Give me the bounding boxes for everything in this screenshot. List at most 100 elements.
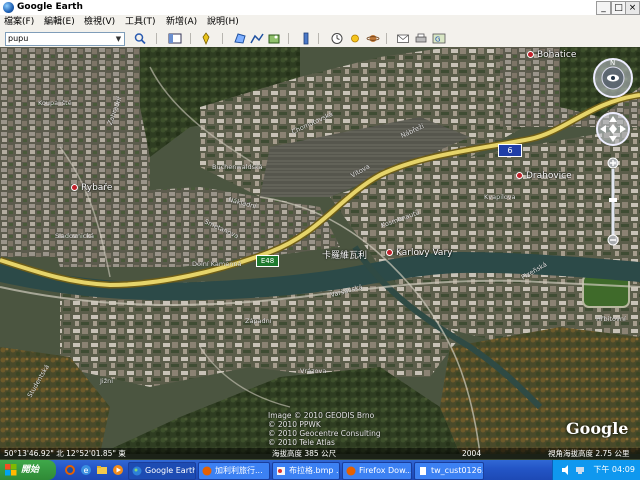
menu-file[interactable]: 檔案(F) <box>4 16 34 29</box>
task-image[interactable]: 布拉格.bmp ... <box>272 462 340 480</box>
imagery-year: 2004 <box>462 449 482 458</box>
internet-explorer-icon[interactable]: e <box>80 464 92 476</box>
street-label: Sladovnická <box>55 232 94 240</box>
clock: 下午 04:09 <box>593 465 635 474</box>
svg-text:G: G <box>435 36 440 44</box>
print-icon[interactable] <box>414 32 428 45</box>
file-icon <box>420 467 426 475</box>
zoom-out-icon[interactable] <box>607 234 619 246</box>
start-label: 開始 <box>21 465 40 475</box>
minimize-button[interactable]: _ <box>596 1 611 15</box>
history-icon[interactable] <box>330 32 344 45</box>
street-label: Koupaliště <box>38 99 72 107</box>
tour-icon[interactable] <box>299 32 313 45</box>
firefox-icon <box>346 466 356 476</box>
street-label: Buchenwaldská <box>212 163 263 171</box>
window-title: Google Earth <box>17 2 83 12</box>
task-label: 加利利旅行... <box>215 466 263 475</box>
toolbar-divider <box>156 33 157 44</box>
google-earth-icon <box>3 2 14 13</box>
place-marker-icon <box>386 249 393 256</box>
planet-icon[interactable] <box>366 32 380 45</box>
svg-text:N: N <box>610 59 615 67</box>
placemark-icon[interactable] <box>199 32 213 45</box>
path-icon[interactable] <box>250 32 264 45</box>
street-label: Kvapilova <box>484 193 516 201</box>
menu-view[interactable]: 檢視(V) <box>84 16 115 29</box>
firefox-icon[interactable] <box>64 464 76 476</box>
place-label-drahovice[interactable]: Drahovice <box>516 171 572 181</box>
road-shield-6: 6 <box>498 144 522 157</box>
place-label-rybare[interactable]: Rybaře <box>71 183 112 193</box>
chevron-down-icon[interactable]: ▼ <box>114 34 123 44</box>
task-file[interactable]: tw_cust0126... <box>414 462 484 480</box>
street-label: Jižní <box>100 377 114 385</box>
google-logo: Google <box>566 419 629 438</box>
paint-icon <box>277 467 285 475</box>
title-bar: Google Earth _ □ × <box>0 0 640 16</box>
firefox-icon <box>202 466 212 476</box>
menu-help[interactable]: 說明(H) <box>207 16 239 29</box>
menu-bar: 檔案(F) 編輯(E) 檢視(V) 工具(T) 新增(A) 說明(H) <box>0 15 640 30</box>
toolbar: ▼ <box>0 30 640 48</box>
street-label: Západní <box>245 317 272 325</box>
network-icon[interactable] <box>575 465 585 475</box>
overlay-icon[interactable] <box>267 32 281 45</box>
task-firefox-downloads[interactable]: Firefox Dow... <box>342 462 412 480</box>
place-label-karlovy-vary-cn[interactable]: 卡羅維瓦利 <box>322 248 367 261</box>
credit-line: © 2010 Geocentre Consulting <box>268 429 381 438</box>
sun-icon[interactable] <box>348 32 362 45</box>
eye-altitude-readout: 視角海拔高度 2.75 公里 <box>548 449 630 458</box>
task-label: 布拉格.bmp ... <box>289 466 340 475</box>
volume-icon[interactable] <box>561 465 571 475</box>
zoom-in-icon[interactable] <box>607 157 619 169</box>
toolbar-divider <box>288 33 289 44</box>
taskbar: 開始 e Google Earth 加利利旅行... 布拉格.bmp ... F… <box>0 460 640 480</box>
place-marker-icon <box>527 51 534 58</box>
place-label-karlovy-vary[interactable]: Karlovy Vary <box>386 248 452 258</box>
maps-icon[interactable]: G <box>432 32 446 45</box>
maximize-button[interactable]: □ <box>611 1 626 15</box>
polygon-icon[interactable] <box>233 32 247 45</box>
sidebar-icon[interactable] <box>168 32 182 45</box>
media-player-icon[interactable] <box>112 464 124 476</box>
search-box[interactable]: ▼ <box>5 32 125 46</box>
task-label: tw_cust0126... <box>431 466 484 475</box>
close-button[interactable]: × <box>625 1 640 15</box>
task-label: Google Earth <box>145 466 196 475</box>
zoom-slider-handle[interactable] <box>609 198 617 202</box>
toolbar-divider <box>222 33 223 44</box>
menu-add[interactable]: 新增(A) <box>166 16 197 29</box>
task-google-earth[interactable]: Google Earth <box>128 462 196 480</box>
svg-text:e: e <box>84 466 89 475</box>
street-label: Dolní Kamenná <box>192 260 242 268</box>
elevation-readout: 海拔高度 385 公尺 <box>272 449 337 458</box>
toolbar-divider <box>386 33 387 44</box>
place-marker-icon <box>516 172 523 179</box>
toolbar-divider <box>318 33 319 44</box>
navigation-controls: N <box>590 57 636 247</box>
menu-tools[interactable]: 工具(T) <box>125 16 156 29</box>
start-button[interactable]: 開始 <box>0 460 56 480</box>
search-icon[interactable] <box>133 32 147 45</box>
eye-icon[interactable] <box>607 74 619 82</box>
pan-control-icon[interactable] <box>596 112 630 146</box>
search-input[interactable] <box>8 33 108 45</box>
windows-logo-icon <box>5 464 17 476</box>
satellite-imagery <box>0 47 640 454</box>
street-label: Vrázova <box>300 367 327 375</box>
place-marker-icon <box>71 184 78 191</box>
toolbar-divider <box>190 33 191 44</box>
street-label: Hřbitovní <box>596 315 626 323</box>
credit-line: © 2010 Tele Atlas <box>268 438 335 447</box>
task-label: Firefox Dow... <box>359 466 412 475</box>
map-view[interactable]: Rybaře Bohatice Drahovice 卡羅維瓦利 Karlovy … <box>0 47 640 454</box>
folder-icon[interactable] <box>96 464 108 476</box>
email-icon[interactable] <box>396 32 410 45</box>
credit-line: Image © 2010 GEODIS Brno <box>268 411 375 420</box>
task-document[interactable]: 加利利旅行... <box>198 462 270 480</box>
status-bar: 50°13'46.92" 北 12°52'01.85" 東 海拔高度 385 公… <box>0 448 640 459</box>
road-shield-e48: E48 <box>256 255 279 267</box>
menu-edit[interactable]: 編輯(E) <box>44 16 75 29</box>
place-label-bohatice[interactable]: Bohatice <box>527 50 576 60</box>
